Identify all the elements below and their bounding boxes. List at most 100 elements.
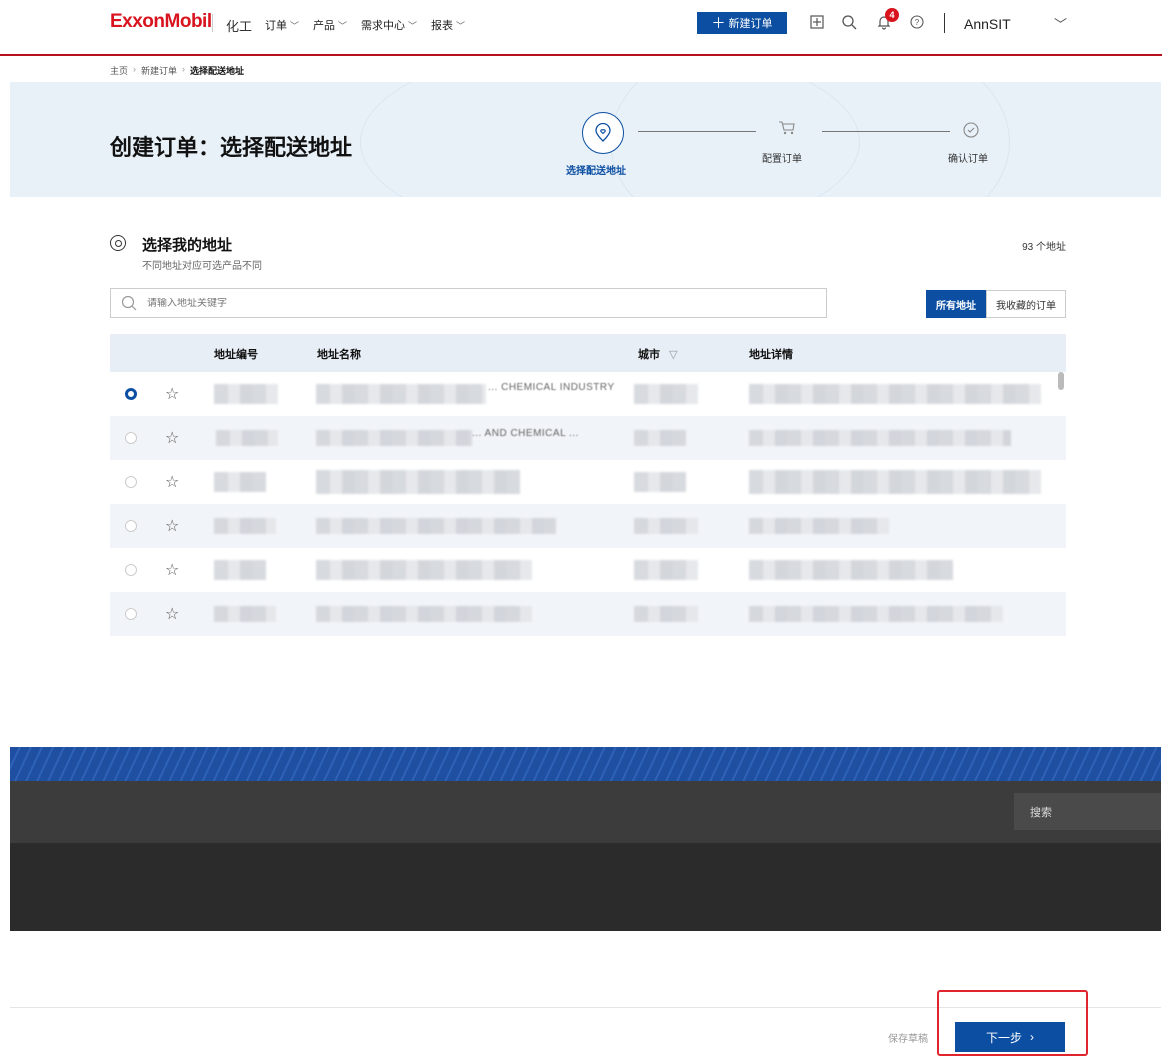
star-icon[interactable]: ☆	[165, 384, 179, 404]
redacted-city	[634, 472, 686, 492]
section-title: 选择我的地址	[142, 237, 233, 254]
chevron-down-icon: ﹀	[456, 20, 466, 31]
chevron-down-icon: ﹀	[338, 20, 348, 31]
redacted-address-code	[214, 472, 266, 492]
footer-body	[10, 843, 1161, 931]
user-name[interactable]: AnnSIT	[964, 16, 1011, 32]
redacted-address-detail	[749, 606, 1003, 622]
tab-favorite-orders[interactable]: 我收藏的订单	[986, 290, 1066, 318]
redacted-address-detail	[749, 430, 1011, 446]
redacted-address-name	[316, 430, 472, 446]
svg-text:?: ?	[915, 18, 920, 27]
top-header: ExxonMobil 化工 订单 ﹀ 产品 ﹀ 需求中心 ﹀ 报表 ﹀ ＋ 新建订单 4…	[0, 0, 1162, 56]
nav-item-demand-center[interactable]: 需求中心 ﹀	[361, 17, 417, 33]
tab-all-addresses[interactable]: 所有地址	[926, 290, 986, 318]
partial-address-name: ... CHEMICAL INDUSTRY	[488, 382, 615, 393]
redacted-address-name	[316, 518, 556, 534]
chevron-right-icon: ›	[133, 64, 137, 74]
column-header-city[interactable]: 城市 ▽	[638, 346, 678, 362]
location-heart-icon	[582, 112, 624, 154]
highlight-box	[937, 990, 1088, 1056]
redacted-address-code	[214, 560, 266, 580]
banner-decoration	[610, 82, 1010, 197]
footer-stripe	[10, 747, 1161, 781]
table-header: 地址编号 地址名称 城市 ▽ 地址详情	[110, 334, 1066, 372]
breadcrumb-home[interactable]: 主页	[110, 64, 128, 77]
redacted-address-detail	[749, 518, 889, 534]
table-row[interactable]: ☆	[110, 504, 1066, 548]
redacted-address-code	[216, 430, 278, 446]
address-table: 地址编号 地址名称 城市 ▽ 地址详情 ☆ ... CHEMICAL INDUS…	[110, 334, 1066, 652]
chevron-right-icon: ›	[182, 64, 186, 74]
table-row[interactable]: ☆	[110, 460, 1066, 504]
row-radio[interactable]	[125, 608, 137, 620]
redacted-city	[634, 384, 698, 404]
search-icon	[111, 295, 147, 311]
redacted-address-detail	[749, 560, 953, 580]
footer-bar	[10, 781, 1161, 843]
partial-address-name: ... AND CHEMICAL ...	[472, 428, 579, 439]
star-icon[interactable]: ☆	[165, 472, 179, 492]
redacted-address-code	[214, 606, 276, 622]
table-row[interactable]: ☆ ... AND CHEMICAL ...	[110, 416, 1066, 460]
page-title: 创建订单：选择配送地址	[110, 135, 353, 160]
cart-icon	[777, 118, 797, 138]
section-subtitle: 不同地址对应可选产品不同	[142, 261, 262, 272]
table-row[interactable]: ☆	[110, 548, 1066, 592]
star-icon[interactable]: ☆	[165, 604, 179, 624]
nav-item-products[interactable]: 产品 ﹀	[313, 17, 347, 33]
chevron-down-icon: ﹀	[290, 20, 300, 31]
row-radio[interactable]	[125, 388, 137, 400]
row-radio[interactable]	[125, 432, 137, 444]
step-connector	[822, 131, 950, 132]
chevron-down-icon[interactable]: ﹀	[1054, 14, 1067, 33]
address-count: 93 个地址	[1022, 242, 1066, 253]
new-order-button[interactable]: ＋ 新建订单	[697, 12, 787, 34]
redacted-address-detail	[749, 470, 1041, 494]
redacted-address-code	[214, 518, 276, 534]
chevron-down-icon: ﹀	[408, 20, 418, 31]
redacted-address-name	[316, 470, 520, 494]
location-pin-icon	[110, 235, 126, 251]
redacted-city	[634, 430, 686, 446]
star-icon[interactable]: ☆	[165, 560, 179, 580]
table-row[interactable]: ☆ ... CHEMICAL INDUSTRY	[110, 372, 1066, 416]
row-radio[interactable]	[125, 476, 137, 488]
exxonmobil-logo[interactable]: ExxonMobil	[110, 11, 212, 33]
redacted-address-name	[316, 384, 486, 404]
address-search[interactable]	[110, 288, 827, 318]
column-header-address-detail: 地址详情	[749, 349, 793, 361]
breadcrumb-current: 选择配送地址	[190, 66, 245, 76]
check-circle-icon	[961, 120, 981, 140]
main-nav: 订单 ﹀ 产品 ﹀ 需求中心 ﹀ 报表 ﹀	[265, 17, 465, 33]
search-icon[interactable]	[838, 11, 860, 33]
redacted-city	[634, 560, 698, 580]
help-icon[interactable]: ?	[906, 11, 928, 33]
row-radio[interactable]	[125, 564, 137, 576]
row-radio[interactable]	[125, 520, 137, 532]
column-header-address-name: 地址名称	[317, 349, 361, 361]
step-label-configure-order: 配置订单	[762, 154, 802, 165]
nav-item-reports[interactable]: 报表 ﹀	[431, 17, 465, 33]
logo-divider	[212, 14, 213, 32]
nav-item-orders[interactable]: 订单 ﹀	[265, 17, 299, 33]
sub-brand-label: 化工	[226, 19, 253, 34]
breadcrumb: 主页 › 新建订单 › 选择配送地址	[110, 64, 244, 77]
redacted-address-name	[316, 606, 532, 622]
table-row[interactable]: ☆	[110, 592, 1066, 636]
plus-icon: ＋	[711, 15, 726, 31]
save-draft-button[interactable]: 保存草稿	[888, 1030, 928, 1045]
filter-icon[interactable]: ▽	[669, 349, 677, 361]
step-label-select-address: 选择配送地址	[566, 166, 626, 177]
star-icon[interactable]: ☆	[165, 428, 179, 448]
address-search-input[interactable]	[147, 297, 747, 309]
table-scrollbar[interactable]	[1058, 372, 1064, 390]
page-banner: 创建订单：选择配送地址 选择配送地址 配置订单 确认订单	[10, 82, 1161, 197]
column-header-address-code: 地址编号	[214, 349, 258, 361]
header-separator	[944, 13, 945, 33]
table-row[interactable]	[110, 636, 1066, 652]
star-icon[interactable]: ☆	[165, 516, 179, 536]
footer-search-input[interactable]: 搜索	[1014, 793, 1161, 830]
breadcrumb-new-order[interactable]: 新建订单	[141, 64, 177, 77]
grid-icon[interactable]	[806, 11, 828, 33]
